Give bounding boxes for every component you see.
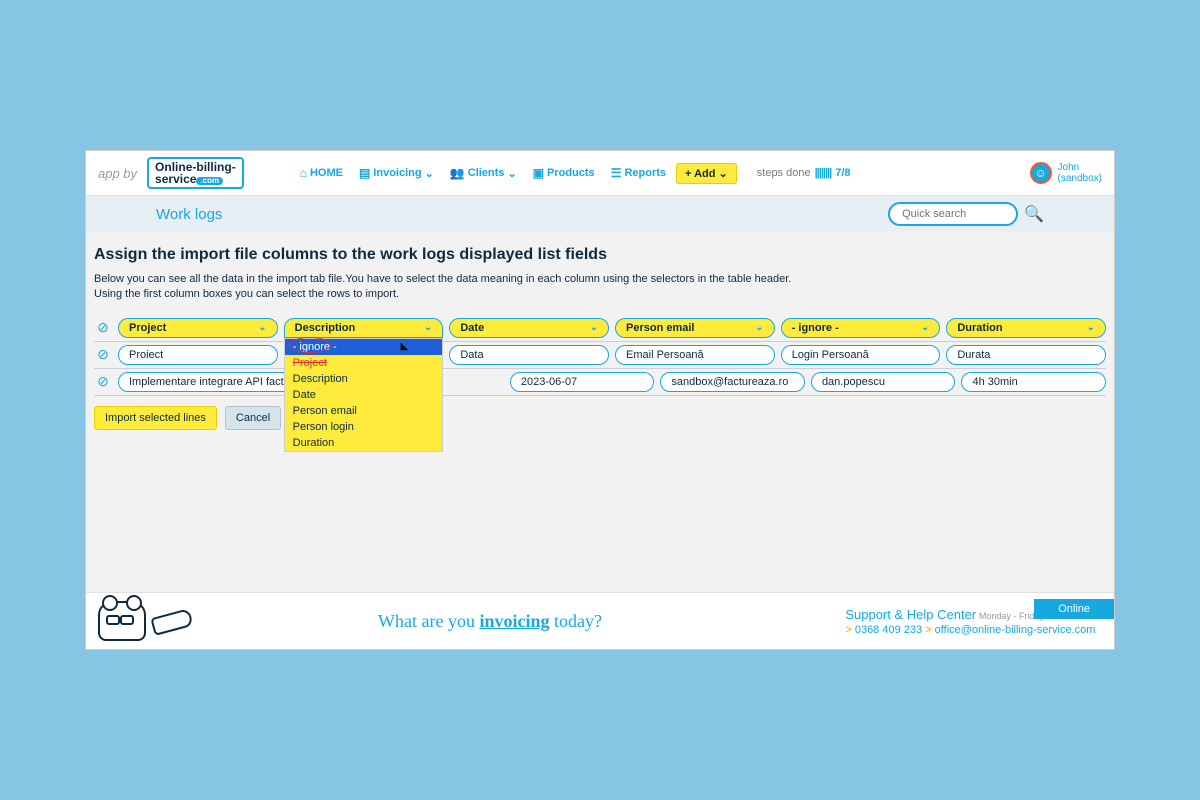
app-by-label: app by bbox=[98, 166, 137, 181]
help-link[interactable]: Support & Help Center bbox=[845, 607, 976, 622]
data-row-1: ⊘ Proiect Data Email Persoană Login Pers… bbox=[94, 342, 1106, 369]
chevron-down-icon: ⌄ bbox=[258, 322, 266, 333]
steps-indicator: steps done |||||||| 7/8 bbox=[757, 167, 851, 179]
data-row-2: ⊘ Implementare integrare API factureaza.… bbox=[94, 369, 1106, 396]
import-table: ⊘ Project⌄ Description⌄ - ignore - ◣ Pro… bbox=[94, 315, 1106, 396]
invoicing-icon: ▤ bbox=[359, 166, 370, 180]
search-icon[interactable]: 🔍 bbox=[1024, 204, 1044, 224]
search-input[interactable] bbox=[888, 202, 1018, 226]
data-cell: Login Persoană bbox=[781, 345, 941, 365]
column-selector-5[interactable]: Duration⌄ bbox=[946, 318, 1106, 338]
main-nav: ⌂HOME ▤Invoicing⌄ 👥Clients⌄ ▣Products ☰R… bbox=[294, 162, 737, 184]
data-cell: Proiect bbox=[118, 345, 278, 365]
nav-clients[interactable]: 👥Clients⌄ bbox=[444, 162, 523, 184]
steps-count: 7/8 bbox=[835, 167, 850, 179]
page-section-title[interactable]: Work logs bbox=[156, 206, 222, 223]
import-button[interactable]: Import selected lines bbox=[94, 406, 217, 430]
dropdown-option-duration[interactable]: Duration bbox=[285, 435, 443, 451]
column-selector-2[interactable]: Date⌄ bbox=[449, 318, 609, 338]
steps-bars-icon: |||||||| bbox=[815, 167, 832, 179]
select-all-checkbox[interactable]: ⊘ bbox=[94, 319, 112, 336]
logo-badge: .com bbox=[196, 177, 223, 185]
chevron-down-icon: ⌄ bbox=[921, 322, 929, 333]
chevron-down-icon: ⌄ bbox=[719, 168, 728, 180]
chevron-down-icon: ⌄ bbox=[425, 167, 434, 180]
nav-home[interactable]: ⌂HOME bbox=[294, 162, 349, 184]
dropdown-option-project[interactable]: Project bbox=[285, 355, 443, 371]
dropdown-option-person-login[interactable]: Person login bbox=[285, 419, 443, 435]
search-wrap: 🔍 bbox=[888, 202, 1044, 226]
row-checkbox[interactable]: ⊘ bbox=[94, 373, 112, 390]
add-button[interactable]: + Add ⌄ bbox=[676, 163, 737, 184]
home-icon: ⌂ bbox=[300, 166, 307, 180]
mascot-icon bbox=[98, 601, 218, 641]
user-name: John (sandbox) bbox=[1058, 162, 1102, 184]
column-selector-1[interactable]: Description⌄ bbox=[284, 318, 444, 338]
cancel-button[interactable]: Cancel bbox=[225, 406, 281, 430]
row-checkbox[interactable]: ⊘ bbox=[94, 346, 112, 363]
dropdown-option-date[interactable]: Date bbox=[285, 387, 443, 403]
help-email[interactable]: office@online-billing-service.com bbox=[935, 624, 1096, 636]
logo[interactable]: Online-billing- service.com bbox=[147, 157, 244, 189]
page-description: Below you can see all the data in the im… bbox=[94, 272, 1106, 303]
clients-icon: 👥 bbox=[450, 166, 465, 180]
column-selector-dropdown: - ignore - ◣ Project Description Date Pe… bbox=[284, 338, 444, 452]
nav-invoicing[interactable]: ▤Invoicing⌄ bbox=[353, 162, 440, 184]
avatar-icon: ☺ bbox=[1030, 162, 1052, 184]
nav-reports[interactable]: ☰Reports bbox=[605, 162, 672, 184]
cursor-icon: ◣ bbox=[401, 341, 409, 352]
column-selector-4[interactable]: - ignore -⌄ bbox=[781, 318, 941, 338]
dropdown-option-person-email[interactable]: Person email bbox=[285, 403, 443, 419]
help-phone[interactable]: 0368 409 233 bbox=[855, 624, 922, 636]
data-cell: Data bbox=[449, 345, 609, 365]
user-menu[interactable]: ☺ John (sandbox) bbox=[1030, 162, 1102, 184]
column-selector-3[interactable]: Person email⌄ bbox=[615, 318, 775, 338]
data-cell: 4h 30min bbox=[961, 372, 1106, 392]
logo-text-2: service bbox=[155, 172, 196, 186]
chevron-down-icon: ⌄ bbox=[590, 322, 598, 333]
arrow-icon: > bbox=[925, 624, 934, 636]
data-cell: Email Persoană bbox=[615, 345, 775, 365]
help-contact: > 0368 409 233 > office@online-billing-s… bbox=[845, 624, 1102, 636]
content: Assign the import file columns to the wo… bbox=[86, 232, 1114, 592]
steps-label: steps done bbox=[757, 167, 811, 179]
data-cell: 2023-06-07 bbox=[510, 372, 655, 392]
chevron-down-icon: ⌄ bbox=[507, 167, 516, 180]
selector-row: ⊘ Project⌄ Description⌄ - ignore - ◣ Pro… bbox=[94, 315, 1106, 342]
data-cell: dan.popescu bbox=[811, 372, 956, 392]
page-title: Assign the import file columns to the wo… bbox=[94, 246, 1106, 264]
dropdown-option-description[interactable]: Description bbox=[285, 371, 443, 387]
data-cell: sandbox@factureaza.ro bbox=[660, 372, 805, 392]
chevron-down-icon: ⌄ bbox=[755, 322, 763, 333]
chevron-down-icon: ⌄ bbox=[424, 322, 432, 333]
arrow-icon: > bbox=[845, 624, 854, 636]
footer: What are you invoicing today? Support & … bbox=[86, 592, 1114, 649]
tagline: What are you invoicing today? bbox=[378, 611, 602, 632]
column-selector-0[interactable]: Project⌄ bbox=[118, 318, 278, 338]
reports-icon: ☰ bbox=[611, 166, 622, 180]
online-badge[interactable]: Online bbox=[1034, 599, 1114, 619]
chevron-down-icon: ⌄ bbox=[1087, 322, 1095, 333]
app-window: app by Online-billing- service.com ⌂HOME… bbox=[85, 150, 1115, 650]
topbar: app by Online-billing- service.com ⌂HOME… bbox=[86, 151, 1114, 196]
products-icon: ▣ bbox=[533, 166, 544, 180]
nav-products[interactable]: ▣Products bbox=[527, 162, 601, 184]
action-bar: Import selected lines Cancel bbox=[94, 406, 1106, 430]
dropdown-option-ignore[interactable]: - ignore - ◣ bbox=[285, 339, 443, 355]
data-cell: Durata bbox=[946, 345, 1106, 365]
subbar: Work logs 🔍 bbox=[86, 196, 1114, 232]
